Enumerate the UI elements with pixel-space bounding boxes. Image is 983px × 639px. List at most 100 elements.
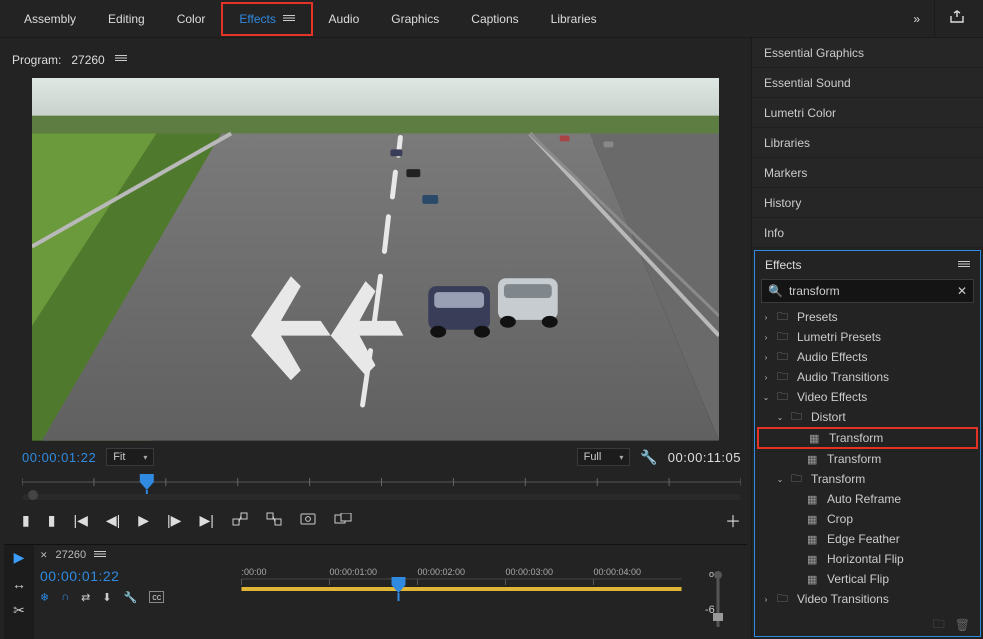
effects-search[interactable]: 🔍 ✕ [761, 279, 974, 303]
highlight-effects-tab: Effects [221, 2, 312, 36]
delete-icon[interactable]: 🗑 [955, 618, 970, 632]
folder-icon: 🗀 [777, 590, 791, 609]
folder-distort[interactable]: ⌄🗀Distort [757, 407, 978, 427]
resolution-label: Full [584, 451, 602, 463]
chevron-down-icon: ▾ [619, 453, 623, 462]
effect-edge-feather[interactable]: ▦Edge Feather [757, 529, 978, 549]
go-to-in-icon[interactable]: |◀ [73, 512, 87, 529]
effect-icon: ▦ [807, 453, 821, 466]
monitor-footer: 00:00:01:22 Fit▾ Full▾ 🔧 00:00:11:05 [22, 445, 741, 471]
resolution-select[interactable]: Full ▾ [577, 448, 631, 466]
effect-crop[interactable]: ▦Crop [757, 509, 978, 529]
export-frame-icon[interactable] [300, 512, 316, 528]
folder-audio-effects[interactable]: ›🗀Audio Effects [757, 347, 978, 367]
step-forward-icon[interactable]: |▶ [167, 512, 181, 529]
export-icon[interactable] [939, 10, 975, 27]
effect-icon: ▦ [807, 533, 821, 546]
tab-graphics[interactable]: Graphics [375, 0, 455, 38]
folder-presets[interactable]: ›🗀Presets [757, 307, 978, 327]
selection-tool-icon[interactable]: ▶ [14, 549, 25, 566]
panel-lumetri-color[interactable]: Lumetri Color [752, 98, 983, 128]
effect-icon: ▦ [809, 432, 823, 445]
folder-lumetri-presets[interactable]: ›🗀Lumetri Presets [757, 327, 978, 347]
tab-libraries[interactable]: Libraries [535, 0, 613, 38]
cc-icon[interactable]: cc [149, 591, 164, 603]
svg-text:00:00:01:00: 00:00:01:00 [330, 567, 378, 577]
ripple-tool-icon[interactable]: ↔ [12, 576, 26, 592]
current-timecode[interactable]: 00:00:01:22 [22, 450, 96, 465]
tab-audio[interactable]: Audio [313, 0, 376, 38]
effect-vertical-flip[interactable]: ▦Vertical Flip [757, 569, 978, 589]
folder-icon: 🗀 [777, 368, 791, 387]
play-icon[interactable]: ▶ [138, 512, 149, 529]
magnet-icon[interactable]: ∩ [61, 591, 69, 603]
razor-tool-icon[interactable]: ✂ [13, 602, 25, 619]
folder-icon: 🗀 [777, 388, 791, 407]
svg-text:-6: -6 [705, 604, 715, 616]
tab-editing[interactable]: Editing [92, 0, 161, 38]
effects-panel: Effects 🔍 ✕ ›🗀Presets ›🗀Lumetri Presets … [754, 250, 981, 637]
panel-markers[interactable]: Markers [752, 158, 983, 188]
panel-menu-icon[interactable] [115, 53, 127, 66]
divider [934, 0, 935, 38]
svg-text:00:00:03:00: 00:00:03:00 [506, 567, 554, 577]
clear-search-icon[interactable]: ✕ [957, 284, 967, 298]
folder-video-effects[interactable]: ⌄🗀Video Effects [757, 387, 978, 407]
effects-tree: ›🗀Presets ›🗀Lumetri Presets ›🗀Audio Effe… [755, 307, 980, 614]
wrench-icon[interactable]: 🔧 [640, 449, 657, 466]
program-monitor[interactable] [32, 78, 719, 441]
panel-menu-icon[interactable] [94, 549, 106, 562]
effects-search-input[interactable] [789, 284, 951, 298]
step-back-icon[interactable]: ◀| [106, 512, 120, 529]
folder-video-transitions[interactable]: ›🗀Video Transitions [757, 589, 978, 609]
go-to-out-icon[interactable]: ▶| [199, 512, 213, 529]
chevron-more-icon[interactable]: » [903, 12, 930, 26]
timeline-sequence-name[interactable]: 27260 [56, 549, 87, 561]
effect-horizontal-flip[interactable]: ▦Horizontal Flip [757, 549, 978, 569]
effect-transform[interactable]: ▦Transform [757, 449, 978, 469]
folder-icon: 🗀 [777, 328, 791, 347]
folder-transform[interactable]: ⌄🗀Transform [757, 469, 978, 489]
panel-essential-graphics[interactable]: Essential Graphics [752, 38, 983, 68]
close-icon[interactable]: ✕ [40, 550, 48, 561]
timeline-ruler[interactable]: :00:00 00:00:01:00 00:00:02:00 00:00:03:… [234, 565, 689, 601]
timeline-playhead-tc[interactable]: 00:00:01:22 [40, 568, 119, 584]
comparison-view-icon[interactable] [334, 512, 352, 528]
effects-panel-footer: 🗀 🗑 [755, 614, 980, 636]
mark-in-icon[interactable]: ▮ [22, 512, 30, 529]
add-buttons-icon[interactable]: ＋ [725, 508, 741, 532]
panel-menu-icon[interactable] [958, 258, 970, 272]
tab-assembly[interactable]: Assembly [8, 0, 92, 38]
lift-icon[interactable] [232, 512, 248, 529]
effect-auto-reframe[interactable]: ▦Auto Reframe [757, 489, 978, 509]
ruler-label: :00:00 [242, 567, 267, 577]
tab-color[interactable]: Color [161, 0, 222, 38]
snap-icon[interactable]: ❄ [40, 591, 49, 604]
panel-history[interactable]: History [752, 188, 983, 218]
panel-essential-sound[interactable]: Essential Sound [752, 68, 983, 98]
panel-info[interactable]: Info [752, 218, 983, 248]
marker-icon[interactable]: ⬇ [102, 591, 111, 604]
tab-effects[interactable]: Effects [223, 4, 310, 34]
folder-audio-transitions[interactable]: ›🗀Audio Transitions [757, 367, 978, 387]
effect-icon: ▦ [807, 513, 821, 526]
tab-captions[interactable]: Captions [455, 0, 534, 38]
mini-ruler[interactable] [22, 474, 741, 502]
svg-text:00:00:02:00: 00:00:02:00 [418, 567, 466, 577]
effect-transform-highlighted[interactable]: ▦Transform [757, 427, 978, 449]
mark-out-icon[interactable]: ▮ [48, 512, 56, 529]
zoom-fit-select[interactable]: Fit▾ [106, 448, 154, 466]
svg-text:00:00:04:00: 00:00:04:00 [594, 567, 642, 577]
extract-icon[interactable] [266, 512, 282, 529]
effects-panel-title: Effects [765, 258, 801, 272]
new-bin-icon[interactable]: 🗀 [933, 615, 945, 636]
tab-effects-label: Effects [239, 12, 275, 26]
wrench-icon[interactable]: 🔧 [124, 591, 138, 604]
panel-libraries[interactable]: Libraries [752, 128, 983, 158]
timeline-zoom-slider[interactable]: o -6 [689, 565, 747, 639]
folder-icon: 🗀 [791, 408, 805, 427]
hamburger-icon[interactable] [283, 13, 295, 23]
right-panel-stack: Essential Graphics Essential Sound Lumet… [751, 38, 983, 639]
program-sequence-name: 27260 [71, 53, 104, 67]
linked-selection-icon[interactable]: ⇄ [81, 591, 90, 604]
